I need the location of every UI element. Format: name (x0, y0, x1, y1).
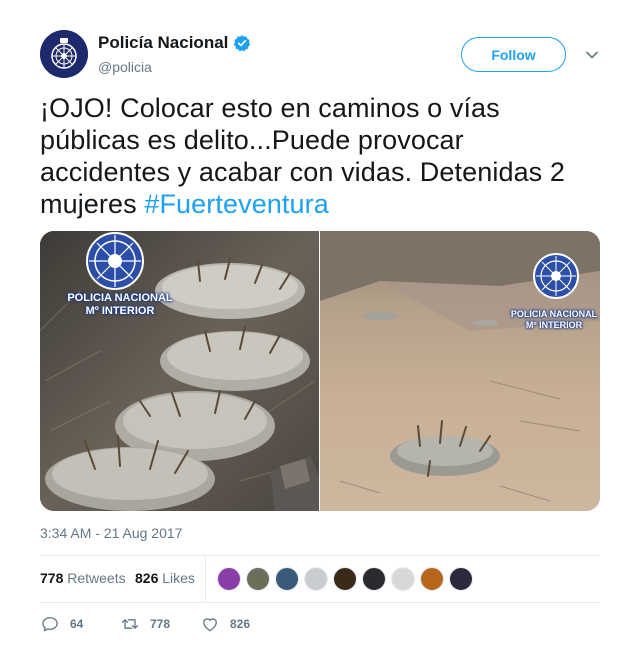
name-row: Policía Nacional (98, 33, 251, 53)
liker-avatar[interactable] (217, 567, 241, 591)
tweet-timestamp[interactable]: 3:34 AM - 21 Aug 2017 (40, 525, 182, 541)
likes-count: 826 (135, 570, 159, 586)
liker-avatar[interactable] (391, 567, 415, 591)
profile-avatar[interactable] (40, 30, 88, 78)
likes-label: Likes (162, 570, 195, 586)
tweet-stats: 778 Retweets 826 Likes (40, 556, 600, 602)
stats-separator (205, 556, 206, 602)
tweet-text: ¡OJO! Colocar esto en caminos o vías púb… (40, 92, 600, 220)
follow-button[interactable]: Follow (461, 37, 566, 72)
liker-avatar[interactable] (304, 567, 328, 591)
liker-avatars (217, 567, 478, 591)
liker-avatar[interactable] (449, 567, 473, 591)
verified-badge-icon (234, 35, 251, 52)
retweets-stat[interactable]: 778 Retweets (40, 570, 126, 586)
police-crest-watermark-right (533, 253, 579, 299)
media-grid: POLICIA NACIONAL Mº INTERIOR POLICIA NAC… (40, 231, 600, 511)
like-count: 826 (230, 617, 251, 631)
liker-avatar[interactable] (275, 567, 299, 591)
like-button[interactable]: 826 (200, 614, 250, 634)
retweet-button[interactable]: 778 (120, 614, 170, 634)
display-name[interactable]: Policía Nacional (98, 33, 228, 53)
reply-icon (42, 617, 58, 632)
tweet-actions: 64 778 826 (40, 614, 600, 636)
heart-icon (203, 618, 217, 632)
reply-button[interactable]: 64 (40, 614, 83, 634)
liker-avatar[interactable] (362, 567, 386, 591)
reply-count: 64 (70, 617, 84, 631)
divider-bottom (40, 602, 600, 603)
liker-avatar[interactable] (333, 567, 357, 591)
retweets-count: 778 (40, 570, 64, 586)
chevron-down-icon[interactable] (585, 48, 599, 62)
liker-avatar[interactable] (420, 567, 444, 591)
retweet-icon (121, 619, 139, 629)
user-handle[interactable]: @policia (98, 59, 152, 75)
tweet-header: Policía Nacional @policia Follow (40, 30, 600, 80)
photo-left[interactable]: POLICIA NACIONAL Mº INTERIOR (40, 231, 319, 511)
retweets-label: Retweets (67, 570, 126, 586)
hashtag-link[interactable]: #Fuerteventura (144, 189, 329, 219)
photo-caltrops-closeup (40, 231, 319, 511)
watermark-left: POLICIA NACIONAL Mº INTERIOR (67, 292, 173, 317)
police-badge-icon (40, 30, 88, 78)
photo-road-caltrops (320, 231, 600, 511)
watermark-right: POLICIA NACIONAL Mº INTERIOR (510, 309, 598, 330)
police-crest-watermark (86, 232, 144, 290)
retweet-count: 778 (150, 617, 171, 631)
liker-avatar[interactable] (246, 567, 270, 591)
photo-right[interactable]: POLICIA NACIONAL Mº INTERIOR (320, 231, 600, 511)
likes-stat[interactable]: 826 Likes (135, 570, 195, 586)
